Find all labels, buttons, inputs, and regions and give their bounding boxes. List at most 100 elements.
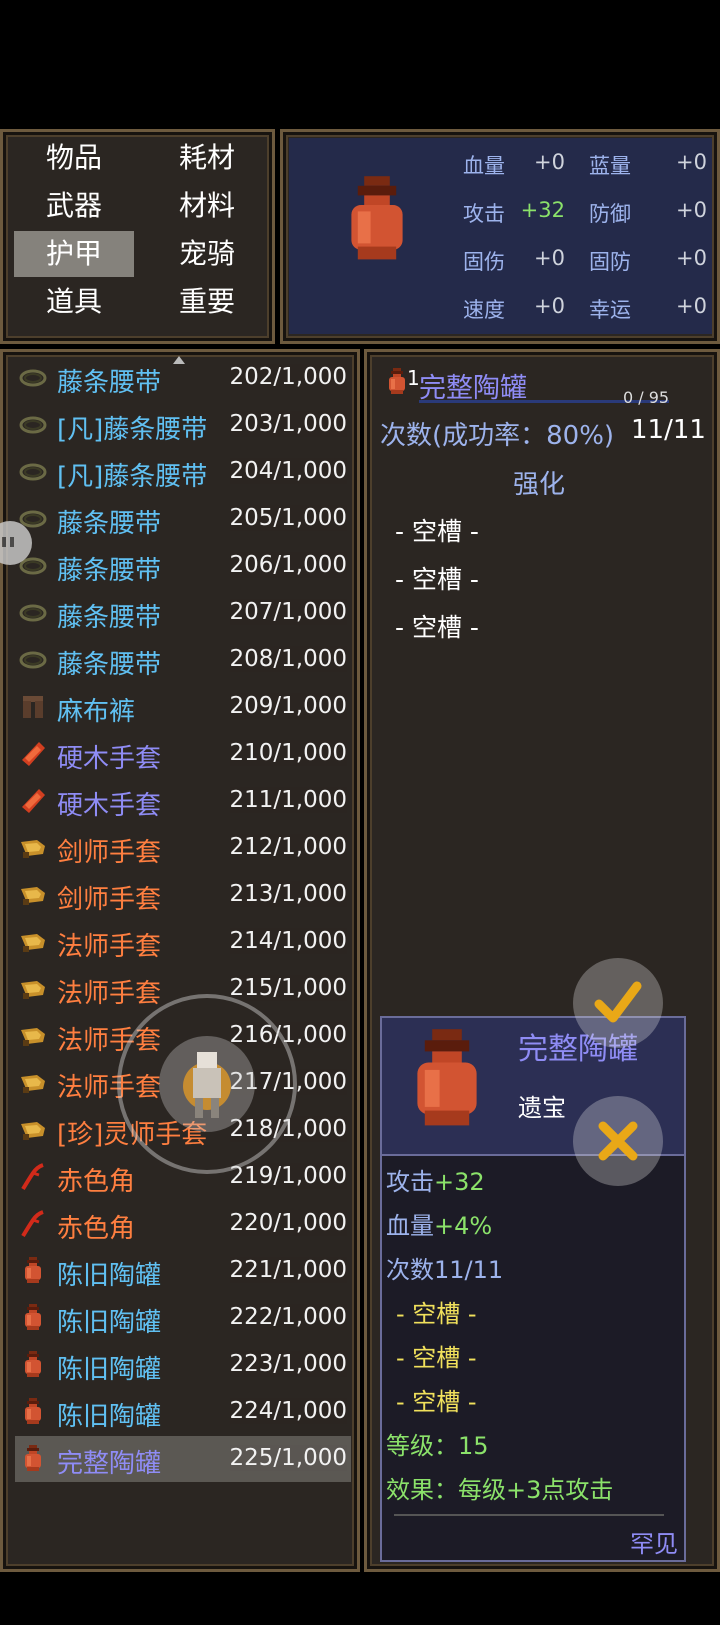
item-name: [凡]藤条腰带 <box>57 462 208 492</box>
belt-icon <box>19 411 47 439</box>
red-glove-icon <box>19 740 47 768</box>
stat-mp: 蓝量 +0 <box>589 150 707 178</box>
item-name: 完整陶罐 <box>57 1449 162 1479</box>
category-tools[interactable]: 道具 <box>14 279 134 325</box>
inventory-row[interactable]: 麻布裤 209/1,000 <box>15 684 351 730</box>
pants-icon <box>19 693 47 721</box>
inventory-row[interactable]: 硬木手套 211/1,000 <box>15 778 351 824</box>
tooltip-slot: - 空槽 - <box>396 1388 477 1416</box>
category-materials[interactable]: 材料 <box>147 183 267 229</box>
gold-glove-icon <box>19 881 47 909</box>
inventory-row[interactable]: 陈旧陶罐 222/1,000 <box>15 1295 351 1341</box>
slot-empty: - 空槽 - <box>395 517 479 546</box>
inventory-row[interactable]: [凡]藤条腰带 204/1,000 <box>15 449 351 495</box>
item-name: 陈旧陶罐 <box>57 1261 162 1291</box>
inventory-row[interactable]: [凡]藤条腰带 203/1,000 <box>15 402 351 448</box>
cancel-button[interactable] <box>573 1096 663 1186</box>
inventory-row[interactable]: 剑师手套 212/1,000 <box>15 825 351 871</box>
item-count: 205/1,000 <box>229 505 348 531</box>
stat-luck: 幸运 +0 <box>589 294 707 322</box>
inventory-row[interactable]: 陈旧陶罐 224/1,000 <box>15 1389 351 1435</box>
category-panel: 物品 耗材 武器 材料 护甲 宠骑 道具 重要 <box>0 129 275 344</box>
item-name: 剑师手套 <box>57 885 162 915</box>
gold-glove-icon <box>19 1116 47 1144</box>
category-pets[interactable]: 宠骑 <box>147 231 267 277</box>
inventory-row[interactable]: 藤条腰带 206/1,000 <box>15 543 351 589</box>
item-name: 藤条腰带 <box>57 650 162 680</box>
tooltip-divider <box>394 1514 664 1516</box>
item-name: 硬木手套 <box>57 744 162 774</box>
red-horn-icon <box>19 1163 47 1191</box>
red-horn-icon <box>19 1210 47 1238</box>
item-count: 208/1,000 <box>229 646 348 672</box>
inventory-row[interactable]: 赤色角 220/1,000 <box>15 1201 351 1247</box>
item-name: 剑师手套 <box>57 838 162 868</box>
inventory-row[interactable]: 完整陶罐 225/1,000 <box>15 1436 351 1482</box>
slot-empty: - 空槽 - <box>395 565 479 594</box>
tooltip-rarity: 罕见 <box>630 1530 678 1558</box>
detail-qty: 1 <box>407 366 420 390</box>
item-count: 222/1,000 <box>229 1304 348 1330</box>
gold-glove-icon <box>19 1069 47 1097</box>
item-count: 207/1,000 <box>229 599 348 625</box>
tooltip-jar-icon <box>410 1026 484 1136</box>
gold-glove-icon <box>19 1022 47 1050</box>
stat-hp: 血量 +0 <box>463 150 565 178</box>
category-consumables[interactable]: 耗材 <box>147 135 267 181</box>
inventory-row[interactable]: 剑师手套 213/1,000 <box>15 872 351 918</box>
close-icon <box>598 1121 638 1161</box>
tooltip-effect: 效果：每级+3点攻击 <box>386 1476 614 1504</box>
item-count: 203/1,000 <box>229 411 348 437</box>
gold-glove-icon <box>19 928 47 956</box>
inventory-row[interactable]: 藤条腰带 207/1,000 <box>15 590 351 636</box>
gold-glove-icon <box>19 834 47 862</box>
jar-icon <box>19 1398 47 1426</box>
check-icon <box>594 981 642 1023</box>
belt-icon <box>19 646 47 674</box>
item-name: 陈旧陶罐 <box>57 1402 162 1432</box>
stat-attack: 攻击 +32 <box>463 198 565 226</box>
category-important[interactable]: 重要 <box>147 279 267 325</box>
category-armor[interactable]: 护甲 <box>14 231 134 277</box>
item-name: 硬木手套 <box>57 791 162 821</box>
tooltip-slot: - 空槽 - <box>396 1300 477 1328</box>
item-count: 209/1,000 <box>229 693 348 719</box>
tooltip-attempts: 次数11/11 <box>386 1256 504 1284</box>
item-count: 213/1,000 <box>229 881 348 907</box>
item-count: 224/1,000 <box>229 1398 348 1424</box>
inventory-row[interactable]: 陈旧陶罐 223/1,000 <box>15 1342 351 1388</box>
item-count: 215/1,000 <box>229 975 348 1001</box>
attempts-value: 11/11 <box>631 415 706 445</box>
item-count: 220/1,000 <box>229 1210 348 1236</box>
inventory-panel: 藤条腰带 202/1,000 [凡]藤条腰带 203/1,000 [凡]藤条腰带 204/… <box>0 349 360 1572</box>
item-count: 206/1,000 <box>229 552 348 578</box>
category-items[interactable]: 物品 <box>14 135 134 181</box>
item-name: 法师手套 <box>57 979 162 1009</box>
inventory-row[interactable]: 藤条腰带 205/1,000 <box>15 496 351 542</box>
detail-jar-icon <box>387 368 407 396</box>
slot-empty: - 空槽 - <box>395 613 479 642</box>
item-name: 麻布裤 <box>57 697 136 727</box>
inventory-row[interactable]: 陈旧陶罐 221/1,000 <box>15 1248 351 1294</box>
joystick[interactable] <box>117 994 297 1174</box>
item-name: 陈旧陶罐 <box>57 1355 162 1385</box>
item-count: 204/1,000 <box>229 458 348 484</box>
category-weapons[interactable]: 武器 <box>14 183 134 229</box>
jar-icon <box>19 1445 47 1473</box>
jar-icon <box>19 1351 47 1379</box>
inventory-row[interactable]: 藤条腰带 208/1,000 <box>15 637 351 683</box>
inventory-row[interactable]: 硬木手套 210/1,000 <box>15 731 351 777</box>
item-count: 202/1,000 <box>229 364 348 390</box>
tooltip-item-type: 遗宝 <box>518 1094 566 1122</box>
exp-text: 0 / 95 <box>623 388 670 407</box>
red-glove-icon <box>19 787 47 815</box>
character-sprite-icon <box>183 1052 231 1118</box>
gold-glove-icon <box>19 975 47 1003</box>
joystick-knob[interactable] <box>159 1036 255 1132</box>
inventory-row[interactable]: 法师手套 214/1,000 <box>15 919 351 965</box>
inventory-row[interactable]: 藤条腰带 202/1,000 <box>15 355 351 401</box>
item-count: 210/1,000 <box>229 740 348 766</box>
item-name: 赤色角 <box>57 1214 136 1244</box>
belt-icon <box>19 458 47 486</box>
confirm-button[interactable] <box>573 958 663 1048</box>
